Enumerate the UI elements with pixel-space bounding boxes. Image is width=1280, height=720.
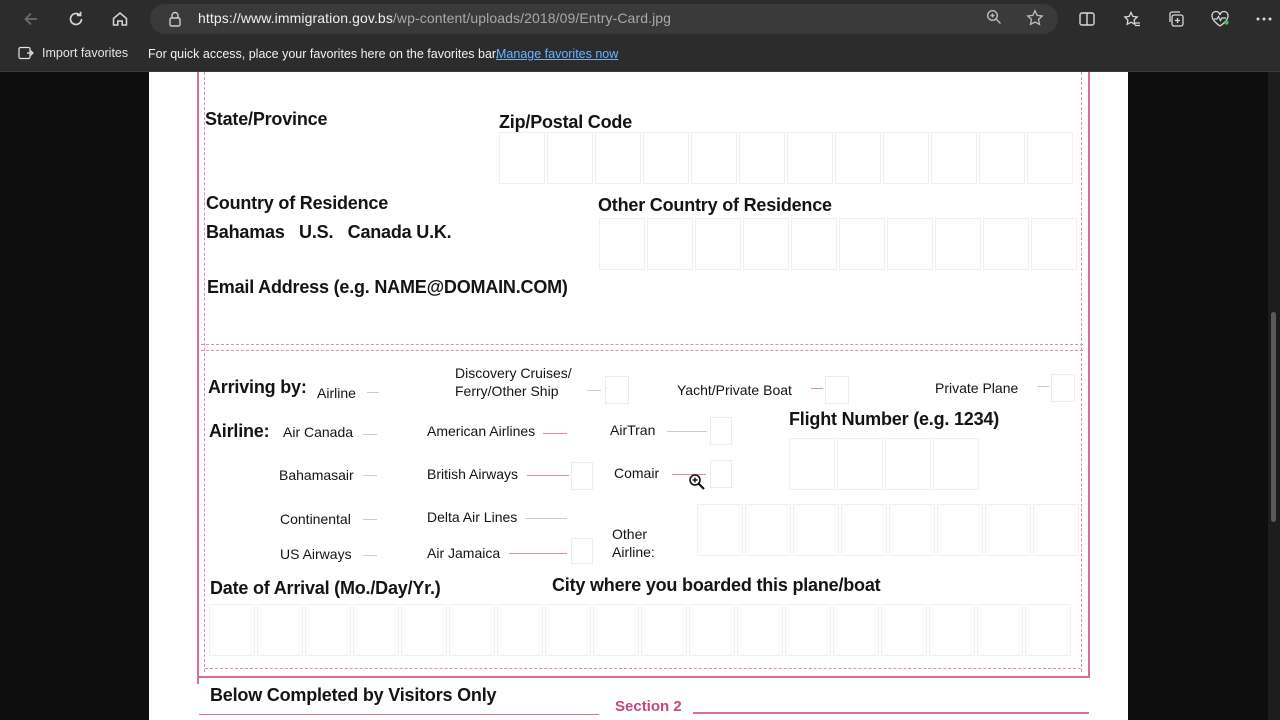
- airline-other-line2: Airline:: [612, 544, 655, 560]
- arriving-cruise-line1[interactable]: Discovery Cruises/: [455, 365, 572, 381]
- visitors-only-label: Below Completed by Visitors Only: [210, 685, 497, 705]
- arriving-airline-option[interactable]: Airline: [317, 385, 356, 401]
- flight-number-label: Flight Number (e.g. 1234): [789, 409, 1000, 429]
- section-divider-2: [201, 350, 1083, 351]
- refresh-icon[interactable]: [61, 4, 91, 34]
- date-of-arrival-label: Date of Arrival (Mo./Day/Yr.): [210, 578, 441, 598]
- frame-inner-left: [204, 72, 205, 672]
- scrollbar-thumb[interactable]: [1271, 312, 1276, 522]
- air-jamaica-checkbox[interactable]: [571, 538, 593, 564]
- airline-airtran[interactable]: AirTran: [610, 422, 655, 438]
- continental-tick: [363, 519, 377, 520]
- airline-us-airways[interactable]: US Airways: [280, 546, 352, 562]
- url-text: https://www.immigration.gov.bs/wp-conten…: [198, 10, 672, 26]
- country-options-label: Bahamas U.S. Canada U.K.: [206, 222, 452, 242]
- favorites-bar: Import favorites For quick access, place…: [0, 38, 1280, 72]
- zoom-icon[interactable]: [984, 9, 1004, 29]
- air-jamaica-tick: [509, 553, 567, 554]
- other-airline-input-boxes[interactable]: [697, 504, 1079, 556]
- air-canada-tick: [363, 434, 377, 435]
- airline-british[interactable]: British Airways: [427, 466, 518, 482]
- us-airways-tick: [363, 555, 377, 556]
- vertical-scrollbar[interactable]: [1268, 72, 1280, 720]
- manage-favorites-link[interactable]: Manage favorites now: [496, 47, 618, 61]
- frame-inner-bottom: [205, 668, 1081, 669]
- health-icon[interactable]: [1206, 5, 1234, 33]
- import-favorites-label: Import favorites: [42, 46, 129, 60]
- section-divider-1: [201, 344, 1083, 345]
- section-2-label: Section 2: [615, 698, 682, 715]
- airline-bahamasair[interactable]: Bahamasair: [279, 467, 354, 483]
- address-bar[interactable]: https://www.immigration.gov.bs/wp-conten…: [150, 4, 1058, 34]
- flight-number-input-boxes[interactable]: [789, 438, 1029, 490]
- american-tick: [543, 433, 567, 434]
- browser-toolbar: https://www.immigration.gov.bs/wp-conten…: [0, 0, 1280, 38]
- import-favorites-icon: [18, 46, 34, 60]
- import-favorites-button[interactable]: Import favorites: [18, 46, 128, 60]
- frame-right: [1088, 72, 1090, 678]
- british-checkbox[interactable]: [571, 462, 593, 490]
- zip-input-boxes[interactable]: [499, 132, 1079, 184]
- home-icon[interactable]: [105, 4, 135, 34]
- star-icon[interactable]: [1025, 9, 1045, 29]
- arriving-private-plane-option[interactable]: Private Plane: [935, 380, 1018, 396]
- airline-delta[interactable]: Delta Air Lines: [427, 509, 517, 525]
- arriving-cruise-line2[interactable]: Ferry/Other Ship: [455, 383, 558, 399]
- airline-comair[interactable]: Comair: [614, 465, 659, 481]
- other-country-input-boxes[interactable]: [599, 218, 1079, 270]
- airline-continental[interactable]: Continental: [280, 511, 351, 527]
- more-icon[interactable]: [1250, 5, 1278, 33]
- bahamasair-tick: [363, 475, 377, 476]
- frame-bottom: [199, 676, 1088, 678]
- airline-air-jamaica[interactable]: Air Jamaica: [427, 545, 500, 561]
- city-boarded-label: City where you boarded this plane/boat: [552, 575, 881, 595]
- email-label: Email Address (e.g. NAME@DOMAIN.COM): [207, 277, 568, 297]
- section2-line-left: [199, 714, 599, 715]
- plane-checkbox-tick: [1037, 386, 1049, 387]
- favorites-message: For quick access, place your favorites h…: [148, 47, 499, 61]
- frame-left: [197, 72, 199, 684]
- cruise-checkbox-tick: [587, 390, 601, 391]
- country-residence-label: Country of Residence: [206, 193, 389, 213]
- favorites-icon[interactable]: [1118, 5, 1146, 33]
- airline-air-canada[interactable]: Air Canada: [283, 424, 353, 440]
- arriving-yacht-option[interactable]: Yacht/Private Boat: [677, 382, 792, 398]
- airline-american[interactable]: American Airlines: [427, 423, 535, 439]
- other-country-label: Other Country of Residence: [598, 195, 832, 215]
- airline-label: Airline:: [209, 421, 270, 441]
- collections-icon[interactable]: [1162, 5, 1190, 33]
- entry-card-image[interactable]: State/Province Zip/Postal Code Country o…: [149, 72, 1128, 720]
- plane-checkbox[interactable]: [1051, 374, 1075, 402]
- zoom-in-cursor-icon: [689, 474, 705, 490]
- back-icon[interactable]: [16, 4, 46, 34]
- british-tick: [527, 475, 569, 476]
- lock-icon[interactable]: [166, 10, 184, 28]
- frame-inner-right: [1081, 72, 1082, 672]
- date-city-input-boxes[interactable]: [209, 604, 1079, 656]
- section2-line-right: [693, 712, 1089, 714]
- zip-postal-label: Zip/Postal Code: [499, 112, 633, 132]
- airline-other-line1: Other: [612, 526, 648, 542]
- cruise-checkbox[interactable]: [605, 376, 629, 404]
- airline-checkbox-tick: [367, 392, 379, 393]
- split-screen-icon[interactable]: [1073, 5, 1101, 33]
- airtran-tick: [667, 431, 707, 432]
- yacht-checkbox-tick: [811, 388, 823, 389]
- airtran-checkbox[interactable]: [710, 417, 732, 445]
- yacht-checkbox[interactable]: [825, 376, 849, 404]
- arriving-by-label: Arriving by:: [208, 377, 307, 397]
- delta-tick: [525, 518, 567, 519]
- comair-checkbox[interactable]: [710, 460, 732, 488]
- state-province-label: State/Province: [205, 109, 328, 129]
